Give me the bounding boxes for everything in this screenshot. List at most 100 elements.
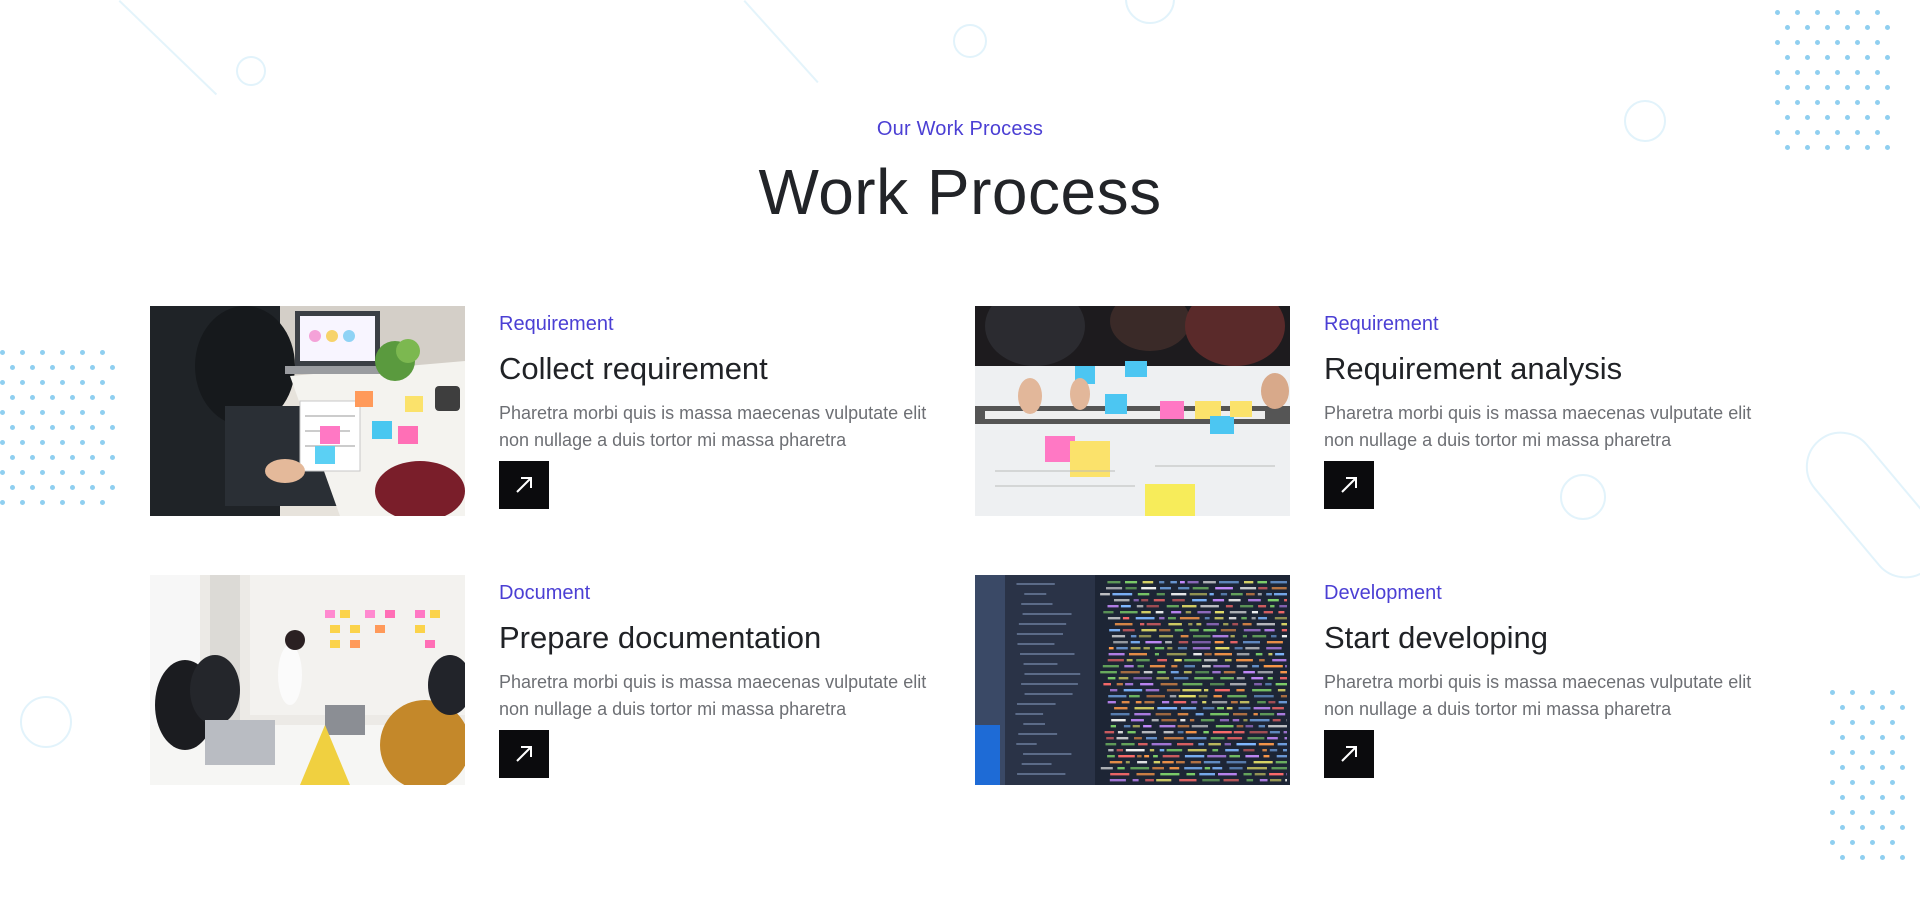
decor-dot (100, 500, 105, 505)
decor-dot (60, 350, 65, 355)
decor-dot (1880, 795, 1885, 800)
decor-dot (1860, 765, 1865, 770)
decor-dot (0, 470, 5, 475)
decor-dot (100, 470, 105, 475)
arrow-up-right-icon (1341, 746, 1357, 762)
decor-dot (1775, 100, 1780, 105)
card-arrow-button[interactable] (1324, 730, 1374, 778)
decor-dot (80, 440, 85, 445)
decor-dot (60, 500, 65, 505)
decor-dot (100, 440, 105, 445)
decor-dot (1795, 100, 1800, 105)
decor-dot (40, 380, 45, 385)
decor-dot (1850, 810, 1855, 815)
decor-dot (1830, 840, 1835, 845)
decor-dot (1850, 720, 1855, 725)
decor-dot (1795, 10, 1800, 15)
decor-dot (30, 425, 35, 430)
decor-dot (90, 425, 95, 430)
decor-dot (90, 365, 95, 370)
decor-dot (1900, 795, 1905, 800)
decor-dot (1830, 690, 1835, 695)
card-arrow-button[interactable] (1324, 461, 1374, 509)
decor-dot (1880, 705, 1885, 710)
card-body: Requirement Requirement analysis Pharetr… (1324, 306, 1794, 454)
process-card-prepare-documentation: Document Prepare documentation Pharetra … (150, 575, 950, 785)
card-description: Pharetra morbi quis is massa maecenas vu… (1324, 403, 1752, 450)
card-title: Collect requirement (499, 351, 768, 386)
decor-dot (1805, 55, 1810, 60)
decor-dot (1880, 855, 1885, 860)
decor-dot (40, 500, 45, 505)
card-title: Start developing (1324, 620, 1549, 655)
decor-dot (100, 410, 105, 415)
decor-dot (1880, 825, 1885, 830)
decor-dot (1890, 750, 1895, 755)
decor-dot-grid (0, 350, 130, 560)
decor-dot (1875, 70, 1880, 75)
decor-dot (1855, 70, 1860, 75)
decor-dot (1865, 85, 1870, 90)
decor-dot (20, 470, 25, 475)
decor-dot (1885, 55, 1890, 60)
decor-dot (50, 395, 55, 400)
section-eyebrow: Our Work Process (876, 118, 1044, 140)
decor-dot (1835, 100, 1840, 105)
decor-dot (50, 485, 55, 490)
decor-dot (1830, 780, 1835, 785)
process-card-requirement-analysis: Requirement Requirement analysis Pharetr… (975, 306, 1775, 516)
decor-line (743, 0, 819, 84)
decor-dot (1865, 25, 1870, 30)
decor-dot (1785, 85, 1790, 90)
decor-dot (1830, 810, 1835, 815)
decor-dot (1845, 25, 1850, 30)
decor-dot (20, 350, 25, 355)
decor-dot (1785, 55, 1790, 60)
card-body: Document Prepare documentation Pharetra … (499, 575, 969, 723)
card-category: Requirement (1324, 313, 1439, 335)
decor-dot (1795, 40, 1800, 45)
decor-dot (0, 440, 5, 445)
decor-dot (0, 410, 5, 415)
decor-dot (80, 380, 85, 385)
team-meeting-whiteboard-photo (150, 575, 465, 785)
decor-ring (953, 24, 987, 58)
decor-dot (1840, 765, 1845, 770)
decor-dot (1900, 705, 1905, 710)
decor-dot (1900, 825, 1905, 830)
decor-dot (80, 350, 85, 355)
decor-dot (60, 380, 65, 385)
decor-dot (10, 485, 15, 490)
decor-dot (1775, 10, 1780, 15)
decor-dot (1815, 10, 1820, 15)
decor-dot (20, 410, 25, 415)
decor-dot (10, 455, 15, 460)
decor-dot (70, 395, 75, 400)
decor-dot (30, 455, 35, 460)
card-title: Prepare documentation (499, 620, 822, 655)
decor-dot (1870, 690, 1875, 695)
decor-dot (1865, 55, 1870, 60)
decor-dot (1885, 25, 1890, 30)
work-process-section: Our Work Process Work Process Requiremen… (0, 0, 1920, 923)
decor-dot-grid (1830, 690, 1920, 860)
decor-dot (1890, 840, 1895, 845)
decor-dot (1875, 40, 1880, 45)
card-category: Development (1324, 582, 1442, 604)
decor-dot (1885, 85, 1890, 90)
decor-dot (1815, 100, 1820, 105)
decor-dot (110, 425, 115, 430)
decor-dot (1900, 855, 1905, 860)
decor-dot (70, 485, 75, 490)
decor-dot (1825, 55, 1830, 60)
decor-dot (1840, 825, 1845, 830)
card-arrow-button[interactable] (499, 730, 549, 778)
decor-dot (1805, 25, 1810, 30)
decor-dot (80, 500, 85, 505)
decor-dot (110, 365, 115, 370)
card-arrow-button[interactable] (499, 461, 549, 509)
arrow-up-right-icon (1341, 477, 1357, 493)
decor-ring (20, 696, 72, 748)
card-category: Requirement (499, 313, 614, 335)
decor-line (118, 0, 218, 96)
